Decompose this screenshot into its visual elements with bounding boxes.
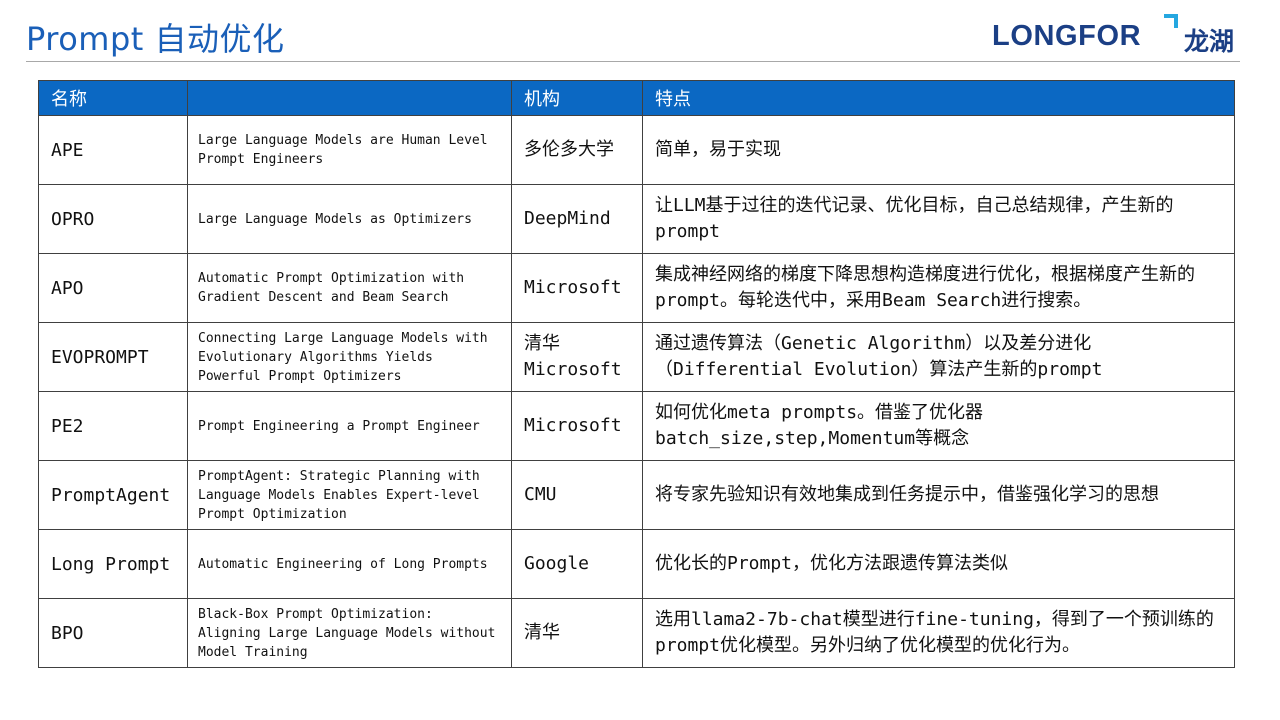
slide-title: Prompt 自动优化 [26,20,285,58]
table-row: Long Prompt Automatic Engineering of Lon… [38,529,1235,599]
method-name: PromptAgent [38,460,188,530]
feature-description: 集成神经网络的梯度下降思想构造梯度进行优化，根据梯度产生新的prompt。每轮迭… [642,253,1235,323]
logo-latin-text: LONGFOR [992,20,1142,52]
table-row: APE Large Language Models are Human Leve… [38,115,1235,185]
paper-title: Connecting Large Language Models with Ev… [187,322,512,392]
paper-title: PromptAgent: Strategic Planning with Lan… [187,460,512,530]
method-name: BPO [38,598,188,668]
table-row: EVOPROMPT Connecting Large Language Mode… [38,322,1235,392]
paper-title: Black-Box Prompt Optimization: Aligning … [187,598,512,668]
organization: 多伦多大学 [511,115,643,185]
logo-cjk-text: 龙湖 [1184,27,1235,56]
feature-description: 简单，易于实现 [642,115,1235,185]
logo-corner-icon [1164,14,1178,28]
feature-description: 如何优化meta prompts。借鉴了优化器batch_size,step,M… [642,391,1235,461]
organization: Microsoft [511,253,643,323]
feature-description: 通过遗传算法（Genetic Algorithm）以及差分进化（Differen… [642,322,1235,392]
method-name: Long Prompt [38,529,188,599]
organization: DeepMind [511,184,643,254]
longfor-logo: LONGFOR 龙湖 [992,14,1252,58]
header-feature: 特点 [642,80,1235,116]
table-row: PromptAgent PromptAgent: Strategic Plann… [38,460,1235,530]
paper-title: Large Language Models as Optimizers [187,184,512,254]
method-name: APE [38,115,188,185]
organization: 清华 [511,598,643,668]
organization: CMU [511,460,643,530]
table-row: APO Automatic Prompt Optimization with G… [38,253,1235,323]
organization: Google [511,529,643,599]
organization: Microsoft [511,391,643,461]
feature-description: 将专家先验知识有效地集成到任务提示中，借鉴强化学习的思想 [642,460,1235,530]
header-org: 机构 [511,80,643,116]
paper-title: Automatic Engineering of Long Prompts [187,529,512,599]
prompt-optimization-table: 名称 机构 特点 APE Large Language Models are H… [38,80,1235,668]
method-name: APO [38,253,188,323]
paper-title: Large Language Models are Human Level Pr… [187,115,512,185]
method-name: EVOPROMPT [38,322,188,392]
paper-title: Automatic Prompt Optimization with Gradi… [187,253,512,323]
organization: 清华 Microsoft [511,322,643,392]
feature-description: 优化长的Prompt，优化方法跟遗传算法类似 [642,529,1235,599]
method-name: OPRO [38,184,188,254]
table-row: BPO Black-Box Prompt Optimization: Align… [38,598,1235,668]
paper-title: Prompt Engineering a Prompt Engineer [187,391,512,461]
table-row: OPRO Large Language Models as Optimizers… [38,184,1235,254]
title-divider [26,61,1240,62]
feature-description: 选用llama2-7b-chat模型进行fine-tuning，得到了一个预训练… [642,598,1235,668]
feature-description: 让LLM基于过往的迭代记录、优化目标，自己总结规律，产生新的prompt [642,184,1235,254]
table-row: PE2 Prompt Engineering a Prompt Engineer… [38,391,1235,461]
method-name: PE2 [38,391,188,461]
header-name: 名称 [38,80,188,116]
header-paper [187,80,512,116]
table-header-row: 名称 机构 特点 [38,80,1235,116]
